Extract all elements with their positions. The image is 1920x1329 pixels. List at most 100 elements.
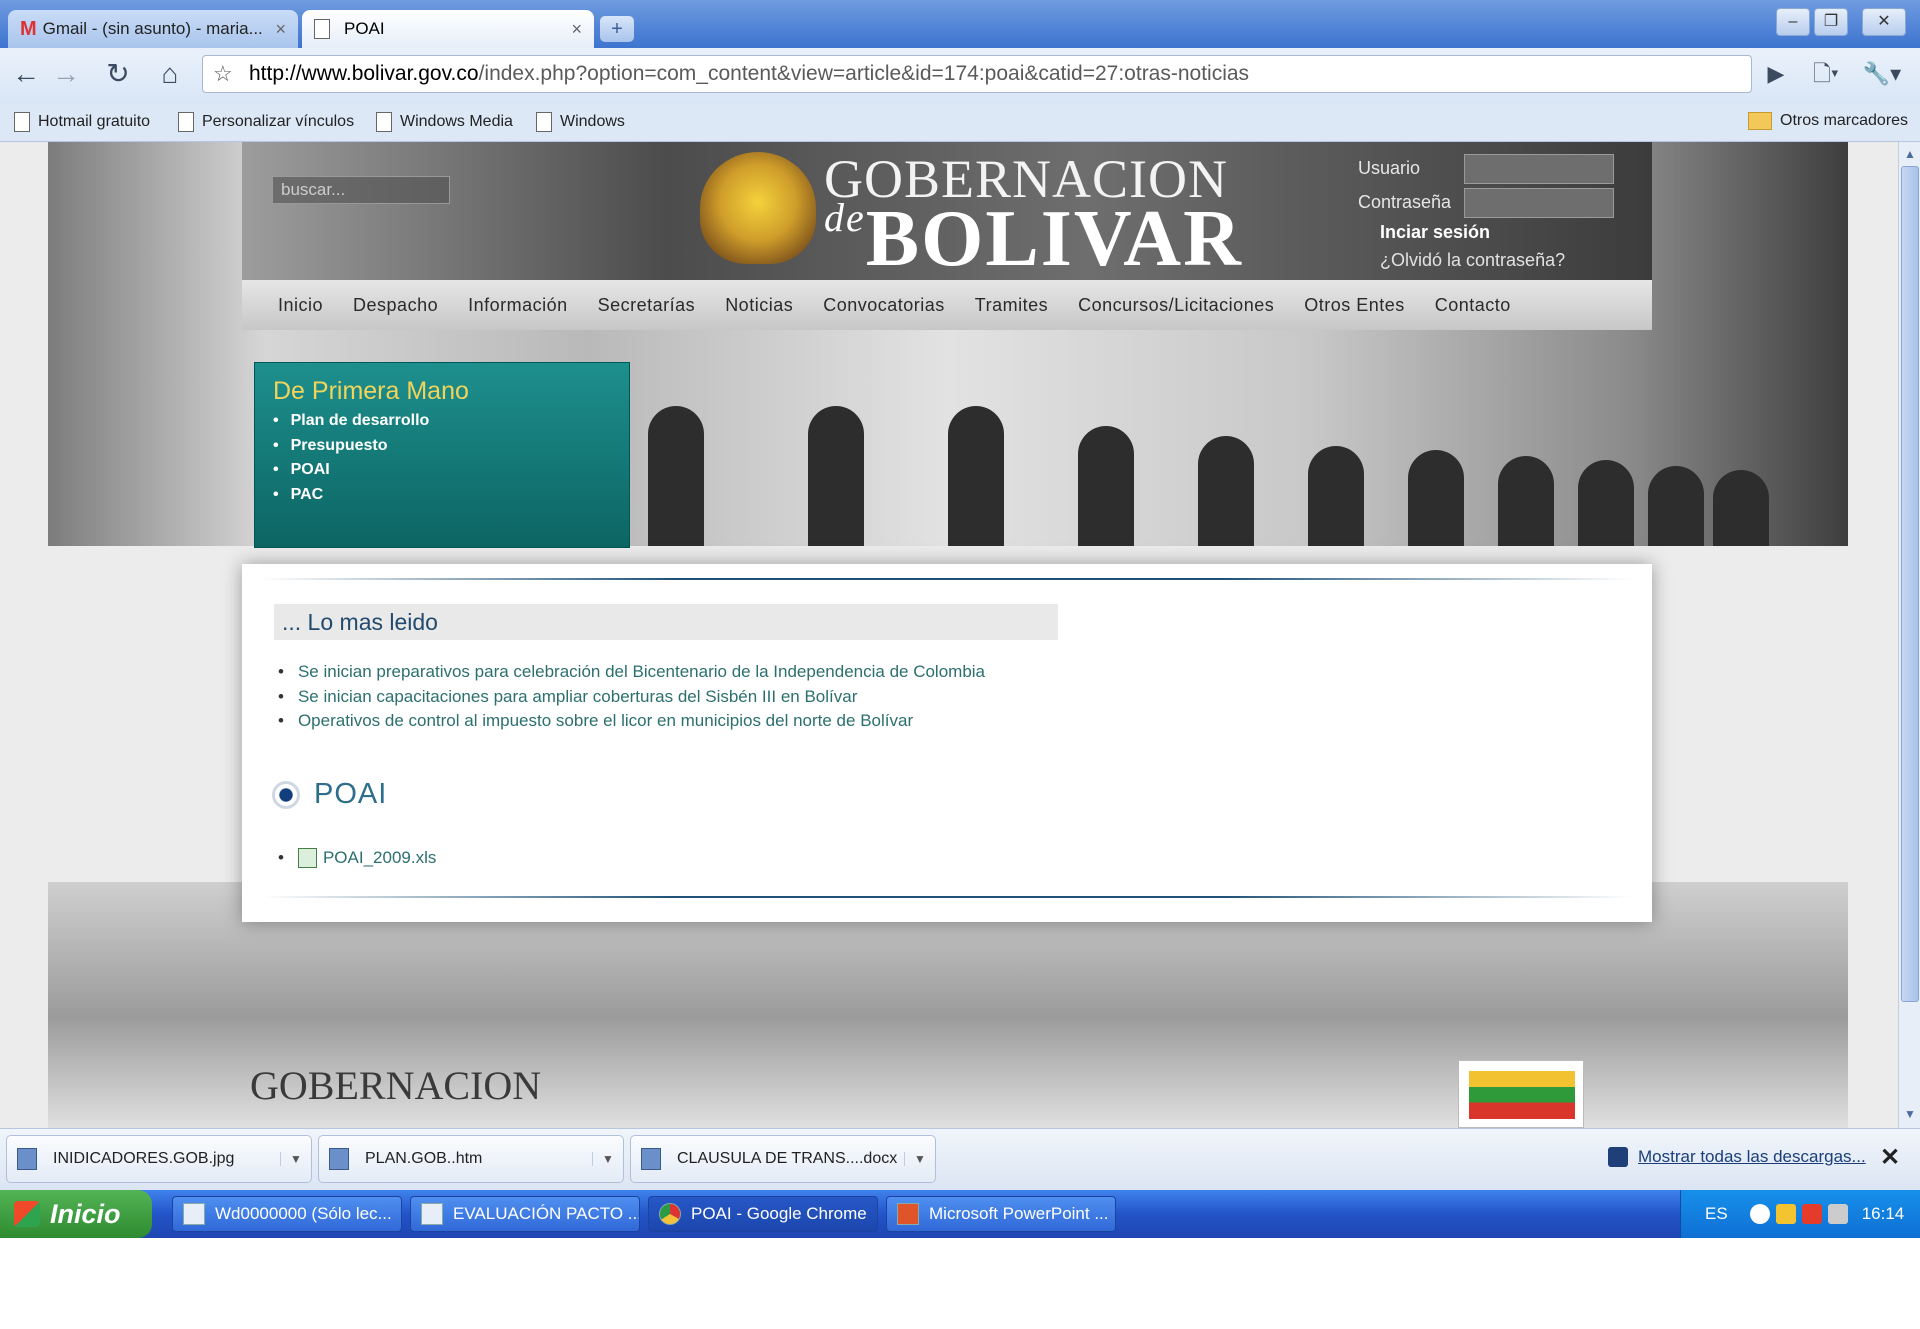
taskbar-item-evaluacion[interactable]: EVALUACIÓN PACTO ... [410, 1196, 640, 1232]
article-title: POAI [314, 778, 388, 810]
scrollbar-thumb[interactable] [1901, 166, 1919, 1002]
arch [648, 406, 704, 546]
chevron-down-icon[interactable]: ▼ [280, 1152, 311, 1166]
arch [1578, 460, 1634, 546]
show-all-downloads-link[interactable]: Mostrar todas las descargas... [1608, 1147, 1866, 1167]
chevron-down-icon[interactable]: ▼ [904, 1152, 935, 1166]
bookmark-label: Otros marcadores [1780, 112, 1909, 129]
bookmark-personalizar[interactable]: Personalizar vínculos [178, 112, 354, 132]
task-label: POAI - Google Chrome [691, 1204, 867, 1223]
menu-item-contacto[interactable]: Contacto [1435, 295, 1511, 316]
tab-strip: M Gmail - (sin asunto) - maria... × POAI… [0, 0, 1920, 48]
bookmark-hotmail[interactable]: Hotmail gratuito [14, 112, 150, 132]
download-item[interactable]: CLAUSULA DE TRANS....docx ▼ [630, 1135, 936, 1183]
other-bookmarks[interactable]: Otros marcadores [1748, 112, 1908, 130]
chevron-down-icon[interactable]: ▼ [592, 1152, 623, 1166]
address-bar[interactable]: ☆ http://www.bolivar.gov.co/index.php?op… [202, 55, 1752, 93]
menu-item-informacion[interactable]: Información [468, 295, 568, 316]
menu-item-concursos[interactable]: Concursos/Licitaciones [1078, 295, 1274, 316]
close-icon[interactable]: ✕ [1880, 1143, 1900, 1172]
menu-item-inicio[interactable]: Inicio [278, 295, 323, 316]
menu-item-convocatorias[interactable]: Convocatorias [823, 295, 945, 316]
windows-taskbar: Inicio Wd0000000 (Sólo lec... EVALUACIÓN… [0, 1190, 1920, 1238]
login-link[interactable]: Inciar sesión [1380, 222, 1490, 243]
most-read-item[interactable]: Se inician preparativos para celebración… [278, 660, 985, 685]
restore-button[interactable]: ❐ [1814, 8, 1848, 36]
bookmark-label: Windows [560, 113, 625, 130]
arch [1713, 470, 1769, 546]
taskbar-item-powerpoint[interactable]: Microsoft PowerPoint ... [886, 1196, 1116, 1232]
scroll-down-icon[interactable]: ▼ [1900, 1104, 1920, 1124]
menu-item-secretarias[interactable]: Secretarías [598, 295, 696, 316]
downloads-bar: INIDICADORES.GOB.jpg ▼ PLAN.GOB..htm ▼ C… [0, 1128, 1920, 1190]
primera-mano-panel: De Primera Mano Plan de desarrollo Presu… [254, 362, 630, 548]
main-menu: Inicio Despacho Información Secretarías … [242, 280, 1652, 330]
download-item[interactable]: PLAN.GOB..htm ▼ [318, 1135, 624, 1183]
username-field[interactable] [1464, 154, 1614, 184]
home-icon[interactable]: ⌂ [150, 54, 190, 94]
tray-arrow-icon[interactable] [1749, 1204, 1770, 1224]
download-item[interactable]: INIDICADORES.GOB.jpg ▼ [6, 1135, 312, 1183]
bottom-divider [262, 896, 1632, 898]
word-file-icon [641, 1148, 661, 1170]
close-tab-icon[interactable]: × [275, 19, 286, 40]
new-tab-button[interactable]: + [600, 16, 634, 42]
menu-item-tramites[interactable]: Tramites [975, 295, 1048, 316]
forward-arrow-icon[interactable]: → [46, 54, 86, 94]
article-content: ... Lo mas leido Se inician preparativos… [242, 564, 1652, 922]
browser-toolbar: ← → ↻ ⌂ ☆ http://www.bolivar.gov.co/inde… [0, 48, 1920, 104]
window-close-button[interactable]: ✕ [1862, 8, 1906, 36]
page-menu-icon[interactable]: 🗋▾ [1806, 54, 1846, 94]
bookmark-windows[interactable]: Windows [536, 112, 625, 132]
download-name: INIDICADORES.GOB.jpg [53, 1150, 235, 1167]
attachment-link[interactable]: POAI_2009.xls [323, 848, 436, 868]
link-pac[interactable]: PAC [273, 483, 429, 508]
menu-item-noticias[interactable]: Noticias [725, 295, 793, 316]
windows-logo-icon [14, 1201, 40, 1227]
task-label: Wd0000000 (Sólo lec... [215, 1204, 392, 1223]
minimize-button[interactable]: – [1776, 8, 1810, 36]
star-icon[interactable]: ☆ [213, 56, 233, 92]
tab-poai[interactable]: POAI × [302, 10, 594, 48]
wrench-icon[interactable]: 🔧▾ [1862, 54, 1902, 94]
network-icon[interactable] [1775, 1204, 1796, 1224]
taskbar-item-chrome[interactable]: POAI - Google Chrome [648, 1196, 878, 1232]
download-icon [1608, 1147, 1628, 1167]
back-arrow-icon[interactable]: ← [6, 54, 46, 94]
vertical-scrollbar[interactable]: ▲ ▼ [1898, 142, 1920, 1128]
link-plan-desarrollo[interactable]: Plan de desarrollo [273, 409, 430, 434]
display-icon[interactable] [1827, 1204, 1848, 1224]
reload-icon[interactable]: ↻ [98, 54, 138, 94]
word-icon [183, 1203, 205, 1225]
password-field[interactable] [1464, 188, 1614, 218]
arch [1308, 446, 1364, 546]
user-label: Usuario [1358, 158, 1421, 178]
blank-area [0, 1238, 1920, 1329]
menu-item-despacho[interactable]: Despacho [353, 295, 438, 316]
close-tab-icon[interactable]: × [571, 19, 582, 40]
footer-badge-image [1458, 1060, 1584, 1128]
bookmark-windows-media[interactable]: Windows Media [376, 112, 513, 132]
menu-item-otros-entes[interactable]: Otros Entes [1304, 295, 1405, 316]
antivirus-icon[interactable] [1801, 1204, 1822, 1224]
most-read-list: Se inician preparativos para celebración… [278, 660, 985, 734]
panel-links: Plan de desarrollo Presupuesto POAI PAC [273, 409, 430, 508]
image-file-icon [17, 1148, 37, 1170]
tab-gmail[interactable]: M Gmail - (sin asunto) - maria... × [8, 10, 298, 48]
start-button[interactable]: Inicio [0, 1190, 152, 1238]
taskbar-item-word[interactable]: Wd0000000 (Sólo lec... [172, 1196, 402, 1232]
language-indicator[interactable]: ES [1705, 1204, 1728, 1224]
forgot-password-link[interactable]: ¿Olvidó la contraseña? [1380, 250, 1565, 271]
most-read-item[interactable]: Operativos de control al impuesto sobre … [278, 709, 985, 734]
link-poai[interactable]: POAI [273, 458, 429, 483]
search-input[interactable]: buscar... [272, 176, 450, 204]
link-presupuesto[interactable]: Presupuesto [273, 434, 429, 459]
page-icon [178, 112, 194, 132]
logo-bolivar: BOLIVAR [865, 195, 1243, 283]
gmail-icon: M [20, 17, 37, 40]
arch [808, 406, 864, 546]
most-read-item[interactable]: Se inician capacitaciones para ampliar c… [278, 685, 985, 710]
scroll-up-icon[interactable]: ▲ [1900, 144, 1920, 164]
url-host: http://www.bolivar.gov.co [249, 62, 479, 85]
play-icon[interactable]: ▶ [1756, 54, 1796, 94]
